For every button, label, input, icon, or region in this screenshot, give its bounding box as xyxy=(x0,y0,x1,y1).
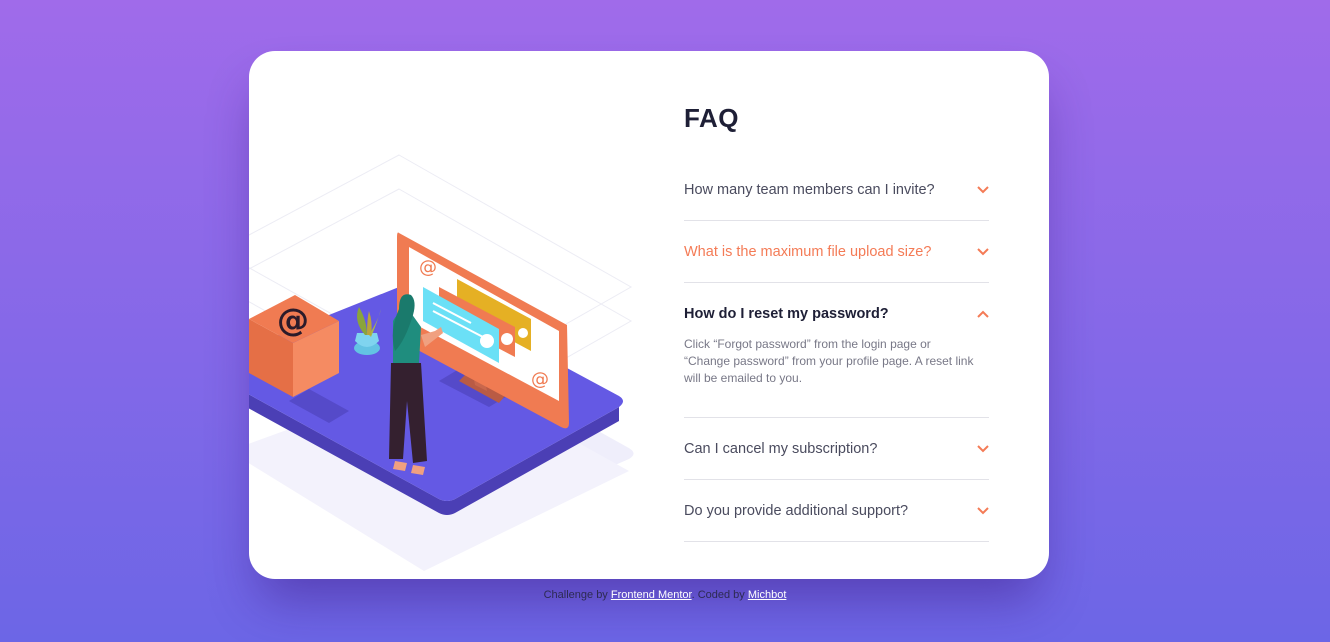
chevron-up-icon xyxy=(977,310,989,318)
svg-text:@: @ xyxy=(277,301,309,339)
faq-question-text: Do you provide additional support? xyxy=(684,503,909,519)
faq-item: What is the maximum file upload size? xyxy=(684,233,989,283)
chevron-down-icon xyxy=(977,248,989,256)
frontend-mentor-link[interactable]: Frontend Mentor xyxy=(611,589,692,601)
faq-question-button[interactable]: How do I reset my password? xyxy=(684,295,989,333)
faq-title: FAQ xyxy=(684,103,739,133)
faq-section: FAQ How many team members can I invite? … xyxy=(684,103,989,542)
faq-card: @ @ @ FAQ How many team members can I in… xyxy=(249,51,1049,579)
svg-text:@: @ xyxy=(531,369,549,390)
chevron-down-icon xyxy=(977,445,989,453)
faq-question-button[interactable]: What is the maximum file upload size? xyxy=(684,233,989,271)
faq-question-text: How do I reset my password? xyxy=(684,306,889,322)
faq-question-button[interactable]: Can I cancel my subscription? xyxy=(684,430,989,468)
faq-question-text: Can I cancel my subscription? xyxy=(684,441,878,457)
faq-question-text: What is the maximum file upload size? xyxy=(684,244,932,260)
author-link[interactable]: Michbot xyxy=(748,589,787,601)
chevron-down-icon xyxy=(977,507,989,515)
faq-question-button[interactable]: How many team members can I invite? xyxy=(684,171,989,209)
faq-item: Do you provide additional support? xyxy=(684,492,989,542)
faq-item: Can I cancel my subscription? xyxy=(684,430,989,480)
faq-question-button[interactable]: Do you provide additional support? xyxy=(684,492,989,530)
faq-list: How many team members can I invite? What… xyxy=(684,171,989,542)
svg-text:@: @ xyxy=(419,257,437,278)
faq-item-expanded: How do I reset my password? Click “Forgo… xyxy=(684,295,989,418)
faq-answer: Click “Forgot password” from the login p… xyxy=(684,337,974,385)
attribution-footer: Challenge by Frontend Mentor. Coded by M… xyxy=(0,589,1330,601)
chevron-down-icon xyxy=(977,186,989,194)
footer-prefix: Challenge by xyxy=(543,589,608,601)
faq-item: How many team members can I invite? xyxy=(684,171,989,221)
footer-middle: . Coded by xyxy=(691,589,745,601)
faq-question-text: How many team members can I invite? xyxy=(684,182,935,198)
woman-online-illustration: @ @ @ xyxy=(249,154,634,571)
